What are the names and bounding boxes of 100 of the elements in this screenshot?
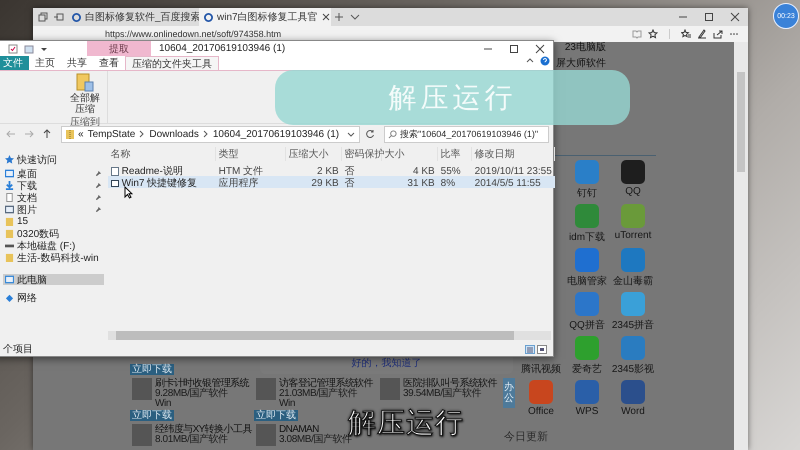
breadcrumb-item[interactable]: Downloads [149,128,199,140]
favorites-icon[interactable] [681,29,691,39]
details-view-icon[interactable] [525,344,535,354]
column-header[interactable]: 类型 [216,147,286,161]
chevron-right-icon[interactable] [202,130,209,138]
app-name[interactable]: Office [528,406,554,417]
share-icon[interactable] [713,29,723,39]
download-button[interactable]: 立即下载 [130,364,174,375]
thumbnail-view-icon[interactable] [537,344,547,354]
nav-item[interactable]: 本地磁盘 (F:) [3,240,104,251]
help-icon[interactable] [540,56,550,66]
app-name[interactable]: uTorrent [614,230,652,241]
software-title[interactable]: 经纬度与XY转换小工具 [155,424,252,435]
close-icon[interactable] [322,13,330,21]
search-icon [388,130,398,138]
nav-item[interactable]: 快速访问 [3,154,104,165]
maximize-icon[interactable] [704,12,714,22]
table-cell-text: 8% [440,178,456,188]
download-icon [5,181,14,190]
chevron-down-icon[interactable] [347,130,356,138]
app-name[interactable]: 腾讯视频 [521,362,561,376]
network-icon [5,293,14,302]
software-title[interactable]: DNAMAN [279,424,319,435]
software-title[interactable]: 访客登记管理系统软件 [279,378,374,389]
app-name[interactable]: 电脑管家 [567,274,607,288]
app-name[interactable]: 金山毒霸 [613,274,653,288]
nav-item[interactable]: 15 [3,216,104,227]
app-name[interactable]: idm下载 [568,230,606,244]
chevron-down-icon[interactable] [350,12,360,22]
software-meta: 8.01MB/国产软件 [155,435,228,445]
table-cell-text: 55% [440,166,462,176]
nav-item[interactable]: 桌面 [3,168,104,179]
platform-label: Win [279,399,296,409]
column-header[interactable]: 名称 [108,147,216,161]
table-cell-text: 否 [344,165,356,178]
software-title[interactable]: 刷卡计时收银管理系统 [155,378,250,389]
app-name[interactable]: QQ [625,186,641,197]
table-cell-text: 否 [344,177,356,190]
column-header[interactable]: 比率 [438,147,472,161]
app-name[interactable]: 2345影视 [612,362,654,376]
ribbon-tab[interactable]: 压缩的文件夹工具 [125,56,219,70]
ribbon-tab[interactable]: 查看 [93,56,125,70]
link-text[interactable]: 屏大师软件 [556,58,606,70]
nav-item[interactable]: 0320数码 [3,228,104,239]
column-header[interactable]: 密码保护 [342,147,382,161]
breadcrumb-item[interactable]: 10604_20170619103946 (1) [212,128,340,140]
search-field[interactable]: 搜索"10604_20170619103946 (1)" [384,126,550,142]
column-header[interactable]: 修改日期 [472,147,555,161]
app-name[interactable]: 爱奇艺 [572,362,602,376]
table-cell-text: 应用程序 [218,176,260,190]
up-icon[interactable] [42,129,52,139]
app-name[interactable]: 2345拼音 [612,318,654,332]
category-tab[interactable]: 办公 [503,378,515,408]
ribbon-tab[interactable]: 文件 [0,56,29,70]
ribbon-tab[interactable]: 主页 [29,56,61,70]
software-icon [256,378,276,400]
software-meta: 39.54MB/国产软件 [403,389,482,399]
scrollbar[interactable] [734,42,748,450]
app-name[interactable]: QQ拼音 [569,318,605,332]
nav-item[interactable]: 此电脑 [3,274,104,285]
pen-icon[interactable] [697,29,707,39]
column-header[interactable]: 压缩大小 [286,147,342,161]
extract-all-button[interactable]: 全部解压缩 [69,73,101,115]
file-name: Win7 快捷键修复 [108,176,216,190]
maximize-icon[interactable] [509,44,519,54]
nav-item[interactable]: 网络 [3,292,104,303]
software-title[interactable]: 医院排队叫号系统软件 [403,378,498,389]
nav-item[interactable]: 图片 [3,204,104,215]
app-name[interactable]: Word [621,406,645,417]
collapse-icon[interactable] [526,56,534,64]
tab-aside-icon[interactable] [54,12,64,22]
ribbon-tab[interactable]: 共享 [61,56,93,70]
horizontal-scrollbar[interactable] [108,331,551,340]
nav-item[interactable]: 生活-数码科技-win [3,252,104,263]
app-name[interactable]: WPS [576,406,598,417]
file-row[interactable]: Readme-说明 HTM 文件 2 KB 否 4 KB 55% 2019/10/11 23:55 [108,164,555,176]
breadcrumb-overflow[interactable]: « [78,128,84,140]
address-bar[interactable]: « TempState Downloads 10604_20170619103946 (1) [61,126,360,142]
reading-view-icon[interactable] [632,29,642,39]
app-icon[interactable] [621,160,645,184]
new-folder-icon[interactable] [24,44,34,54]
file-row[interactable]: Win7 快捷键修复 应用程序 29 KB 否 31 KB 8% 2014/5/5 11:55 [108,176,555,188]
link-text[interactable]: 23电脑版 [564,42,606,54]
nav-item[interactable]: 文档 [3,192,104,203]
properties-icon[interactable] [8,44,18,54]
download-button[interactable]: 立即下载 [254,410,298,421]
breadcrumb-item[interactable]: TempState [88,128,136,140]
refresh-icon[interactable] [365,129,376,139]
section-heading: 今日更新 [504,430,549,444]
close-icon[interactable] [535,44,545,54]
nav-item[interactable]: 下载 [3,180,104,191]
close-icon[interactable] [730,12,740,22]
download-button[interactable]: 立即下载 [130,410,174,421]
new-tab-icon[interactable] [334,12,344,22]
star-icon[interactable] [648,29,658,39]
tabs-icon[interactable] [38,12,48,22]
chevron-right-icon[interactable] [139,130,146,138]
browser-tab[interactable]: win7白图标修复工具官 [199,8,331,26]
app-name[interactable]: 钉钉 [577,186,597,200]
software-meta: 9.28MB/国产软件 [155,389,228,399]
